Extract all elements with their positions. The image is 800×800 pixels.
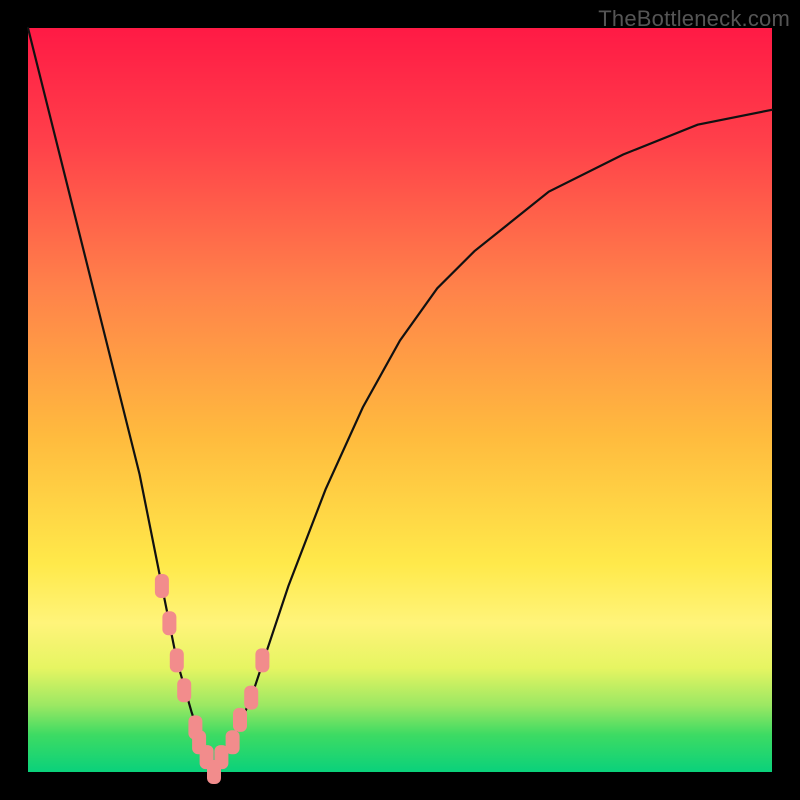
- highlight-marker: [244, 686, 258, 710]
- highlight-marker: [177, 678, 191, 702]
- highlight-marker: [170, 648, 184, 672]
- chart-svg: [28, 28, 772, 772]
- highlight-marker: [233, 708, 247, 732]
- highlight-marker: [226, 730, 240, 754]
- chart-frame: TheBottleneck.com: [0, 0, 800, 800]
- marker-layer: [155, 574, 270, 784]
- plot-area: [28, 28, 772, 772]
- watermark-text: TheBottleneck.com: [598, 6, 790, 32]
- highlight-marker: [255, 648, 269, 672]
- highlight-marker: [162, 611, 176, 635]
- bottleneck-curve-path: [28, 28, 772, 772]
- curve-layer: [28, 28, 772, 772]
- highlight-marker: [155, 574, 169, 598]
